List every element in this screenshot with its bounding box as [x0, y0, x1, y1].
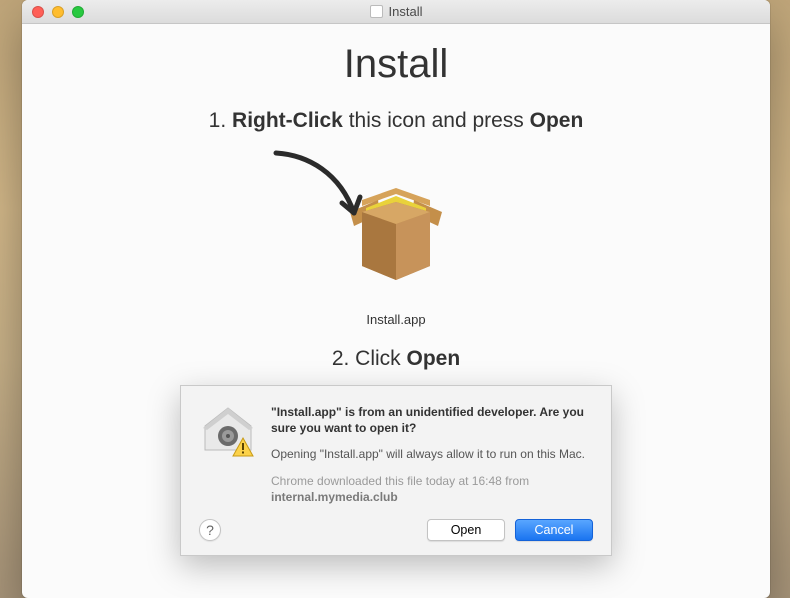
dialog-footer: ? Open Cancel	[199, 519, 593, 541]
dialog-text: "Install.app" is from an unidentified de…	[271, 404, 593, 505]
dialog-meta-prefix: Chrome downloaded this file today at 16:…	[271, 474, 529, 488]
step1-open: Open	[530, 109, 584, 132]
dialog-meta: Chrome downloaded this file today at 16:…	[271, 473, 593, 505]
window-title: Install	[22, 4, 770, 19]
step2-prefix: 2. Click	[332, 347, 407, 370]
open-button[interactable]: Open	[427, 519, 505, 541]
step-2-instruction: 2. Click Open	[332, 347, 460, 371]
step2-open: Open	[407, 347, 461, 370]
installer-window: Install Install 1. Right-Click this icon…	[22, 0, 770, 598]
gatekeeper-icon	[199, 404, 257, 505]
window-title-text: Install	[389, 4, 423, 19]
dialog-meta-domain: internal.mymedia.club	[271, 490, 398, 504]
step1-rightclick: Right-Click	[232, 109, 343, 132]
dialog-subtext: Opening "Install.app" will always allow …	[271, 446, 593, 462]
gatekeeper-dialog: "Install.app" is from an unidentified de…	[180, 385, 612, 556]
step-1-instruction: 1. Right-Click this icon and press Open	[209, 109, 584, 133]
step1-prefix: 1.	[209, 109, 232, 132]
titlebar: Install	[22, 0, 770, 24]
cancel-button[interactable]: Cancel	[515, 519, 593, 541]
page-title: Install	[344, 42, 449, 87]
help-icon: ?	[206, 522, 214, 538]
app-name-label: Install.app	[366, 312, 425, 327]
step1-mid: this icon and press	[343, 109, 530, 132]
content-area: Install 1. Right-Click this icon and pre…	[22, 24, 770, 598]
dialog-message: "Install.app" is from an unidentified de…	[271, 404, 593, 436]
disk-icon	[370, 5, 383, 18]
help-button[interactable]: ?	[199, 519, 221, 541]
arrow-icon	[270, 145, 380, 245]
icon-area	[216, 143, 576, 308]
